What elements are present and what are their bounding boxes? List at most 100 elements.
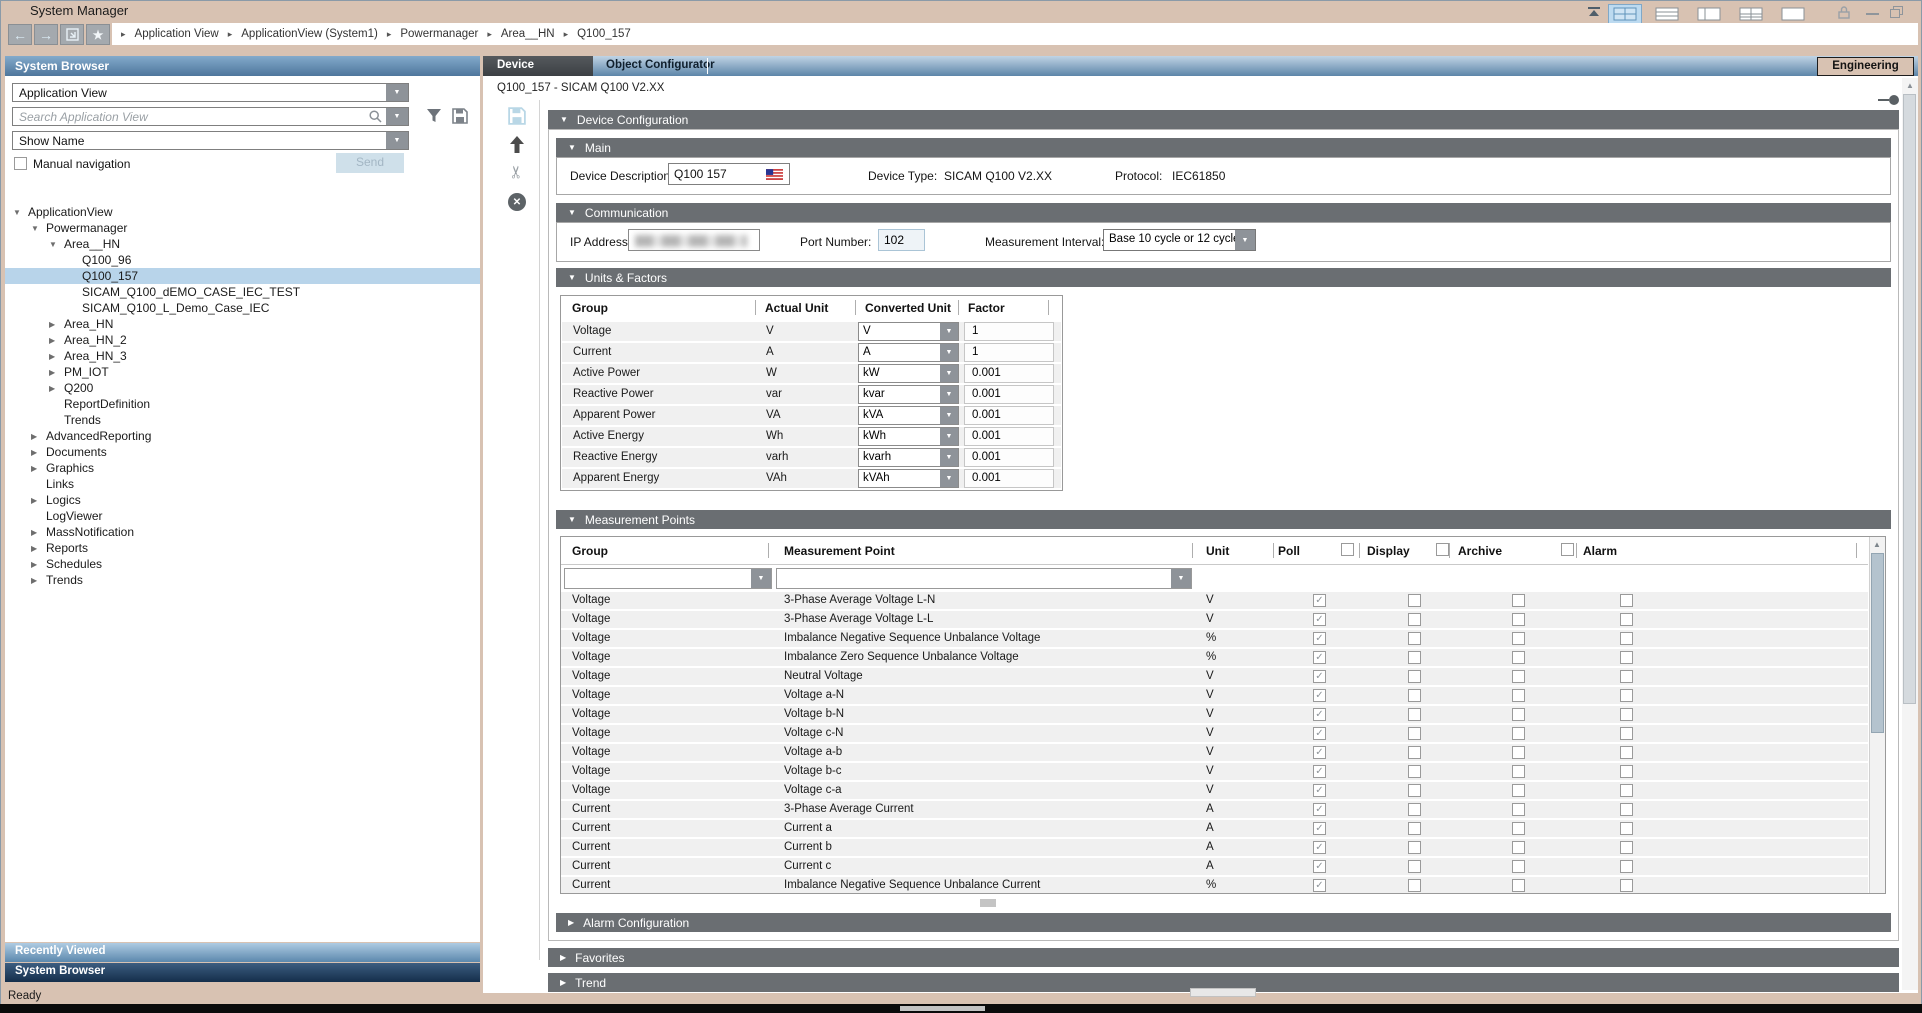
display-checkbox[interactable] — [1408, 746, 1421, 759]
poll-checkbox[interactable] — [1313, 613, 1326, 626]
table-row[interactable]: VoltageVoltage b-cV — [561, 763, 1868, 780]
archive-checkbox[interactable] — [1512, 594, 1525, 607]
table-row[interactable]: Voltage3-Phase Average Voltage L-LV — [561, 611, 1868, 628]
expanded-arrow-icon[interactable]: ▼ — [31, 224, 46, 233]
converted-unit-dropdown[interactable]: kVA▼ — [858, 406, 959, 425]
converted-unit-dropdown[interactable]: V▼ — [858, 322, 959, 341]
poll-checkbox[interactable] — [1313, 765, 1326, 778]
collapsed-arrow-icon[interactable]: ▶ — [31, 544, 46, 553]
point-filter-dropdown[interactable]: ▼ — [776, 568, 1192, 589]
tree-item-q100-96[interactable]: Q100_96 — [5, 252, 480, 268]
tree-item-reports[interactable]: ▶Reports — [5, 540, 480, 556]
archive-checkbox[interactable] — [1512, 746, 1525, 759]
device-configuration-header[interactable]: ▼ Device Configuration — [548, 110, 1899, 129]
table-row[interactable]: VoltageVoltage c-aV — [561, 782, 1868, 799]
view-dropdown[interactable]: Application View ▼ — [12, 83, 409, 102]
search-dropdown-arrow[interactable]: ▼ — [386, 108, 408, 125]
archive-checkbox[interactable] — [1512, 860, 1525, 873]
collapsed-arrow-icon[interactable]: ▶ — [31, 432, 46, 441]
converted-unit-dropdown[interactable]: kvarh▼ — [858, 448, 959, 467]
tree-item-logviewer[interactable]: LogViewer — [5, 508, 480, 524]
scrollbar-thumb[interactable] — [1871, 553, 1884, 733]
table-row[interactable]: VoltageVoltage c-NV — [561, 725, 1868, 742]
collapsed-arrow-icon[interactable]: ▶ — [31, 496, 46, 505]
display-checkbox[interactable] — [1408, 822, 1421, 835]
chevron-down-icon[interactable]: ▼ — [940, 470, 958, 487]
collapsed-arrow-icon[interactable]: ▶ — [49, 368, 64, 377]
alarm-checkbox[interactable] — [1620, 594, 1633, 607]
archive-checkbox[interactable] — [1512, 784, 1525, 797]
scroll-up-icon[interactable]: ▲ — [1906, 81, 1914, 90]
main-section-header[interactable]: ▼ Main — [556, 138, 1891, 157]
tree-item-sicam-q100-l-demo-case-iec[interactable]: SICAM_Q100_L_Demo_Case_IEC — [5, 300, 480, 316]
tree-item-trends[interactable]: Trends — [5, 412, 480, 428]
scroll-up-icon[interactable]: ▲ — [1873, 540, 1881, 549]
archive-checkbox[interactable] — [1512, 708, 1525, 721]
cancel-button[interactable]: ✕ — [507, 192, 527, 212]
recently-viewed-bar[interactable]: Recently Viewed — [5, 943, 480, 962]
breadcrumb-item[interactable]: Application View — [135, 28, 219, 40]
breadcrumb-item[interactable]: Q100_157 — [577, 28, 631, 40]
poll-header-checkbox[interactable] — [1341, 543, 1354, 556]
archive-checkbox[interactable] — [1512, 803, 1525, 816]
poll-checkbox[interactable] — [1313, 841, 1326, 854]
chevron-down-icon[interactable]: ▼ — [940, 407, 958, 424]
tree-item-logics[interactable]: ▶Logics — [5, 492, 480, 508]
archive-checkbox[interactable] — [1512, 879, 1525, 892]
cut-button[interactable]: ✂ — [507, 162, 527, 182]
archive-checkbox[interactable] — [1512, 841, 1525, 854]
chevron-down-icon[interactable]: ▼ — [940, 323, 958, 340]
layout-button-rows[interactable] — [1650, 4, 1684, 24]
display-checkbox[interactable] — [1408, 708, 1421, 721]
table-row[interactable]: VoltageNeutral VoltageV — [561, 668, 1868, 685]
alarm-checkbox[interactable] — [1620, 784, 1633, 797]
alarm-checkbox[interactable] — [1620, 860, 1633, 873]
alarm-checkbox[interactable] — [1620, 841, 1633, 854]
factor-input[interactable]: 1 — [964, 343, 1054, 362]
save-device-button[interactable] — [507, 106, 527, 126]
display-checkbox[interactable] — [1408, 594, 1421, 607]
poll-checkbox[interactable] — [1313, 879, 1326, 892]
tree-item-q100-157[interactable]: Q100_157 — [5, 268, 480, 284]
chevron-down-icon[interactable]: ▼ — [940, 344, 958, 361]
archive-checkbox[interactable] — [1512, 727, 1525, 740]
collapse-triangle-icon[interactable]: ▼ — [568, 515, 576, 524]
save-view-button[interactable] — [452, 108, 468, 124]
poll-checkbox[interactable] — [1313, 822, 1326, 835]
table-row[interactable]: Current3-Phase Average CurrentA — [561, 801, 1868, 818]
tree-item-area-hn[interactable]: ▶Area_HN — [5, 316, 480, 332]
display-checkbox[interactable] — [1408, 860, 1421, 873]
search-input[interactable] — [13, 108, 369, 125]
tree-item-documents[interactable]: ▶Documents — [5, 444, 480, 460]
history-button[interactable] — [60, 24, 84, 45]
tree-item-area-hn[interactable]: ▼Area__HN — [5, 236, 480, 252]
poll-checkbox[interactable] — [1313, 784, 1326, 797]
alarm-checkbox[interactable] — [1620, 613, 1633, 626]
restore-button[interactable] — [1890, 6, 1903, 18]
tree-item-links[interactable]: Links — [5, 476, 480, 492]
tree-item-schedules[interactable]: ▶Schedules — [5, 556, 480, 572]
alarm-checkbox[interactable] — [1620, 746, 1633, 759]
archive-header-checkbox[interactable] — [1561, 543, 1574, 556]
archive-checkbox[interactable] — [1512, 651, 1525, 664]
chevron-down-icon[interactable]: ▼ — [940, 365, 958, 382]
tree-item-applicationview[interactable]: ▼ApplicationView — [5, 204, 480, 220]
breadcrumb-item[interactable]: Powermanager — [400, 28, 478, 40]
display-checkbox[interactable] — [1408, 727, 1421, 740]
table-row[interactable]: VoltageImbalance Zero Sequence Unbalance… — [561, 649, 1868, 666]
expand-triangle-icon[interactable]: ▶ — [560, 978, 566, 987]
display-checkbox[interactable] — [1408, 670, 1421, 683]
factor-input[interactable]: 0.001 — [964, 427, 1054, 446]
send-button[interactable]: Send — [336, 153, 404, 173]
tree-item-graphics[interactable]: ▶Graphics — [5, 460, 480, 476]
collapsed-arrow-icon[interactable]: ▶ — [31, 560, 46, 569]
chevron-down-icon[interactable]: ▼ — [1171, 569, 1191, 588]
alarm-checkbox[interactable] — [1620, 803, 1633, 816]
minimize-button[interactable] — [1866, 13, 1879, 16]
poll-checkbox[interactable] — [1313, 632, 1326, 645]
collapsed-arrow-icon[interactable]: ▶ — [31, 528, 46, 537]
tree-item-sicam-q100-demo-case-iec-test[interactable]: SICAM_Q100_dEMO_CASE_IEC_TEST — [5, 284, 480, 300]
alarm-checkbox[interactable] — [1620, 822, 1633, 835]
port-number-input[interactable] — [878, 229, 925, 251]
poll-checkbox[interactable] — [1313, 860, 1326, 873]
